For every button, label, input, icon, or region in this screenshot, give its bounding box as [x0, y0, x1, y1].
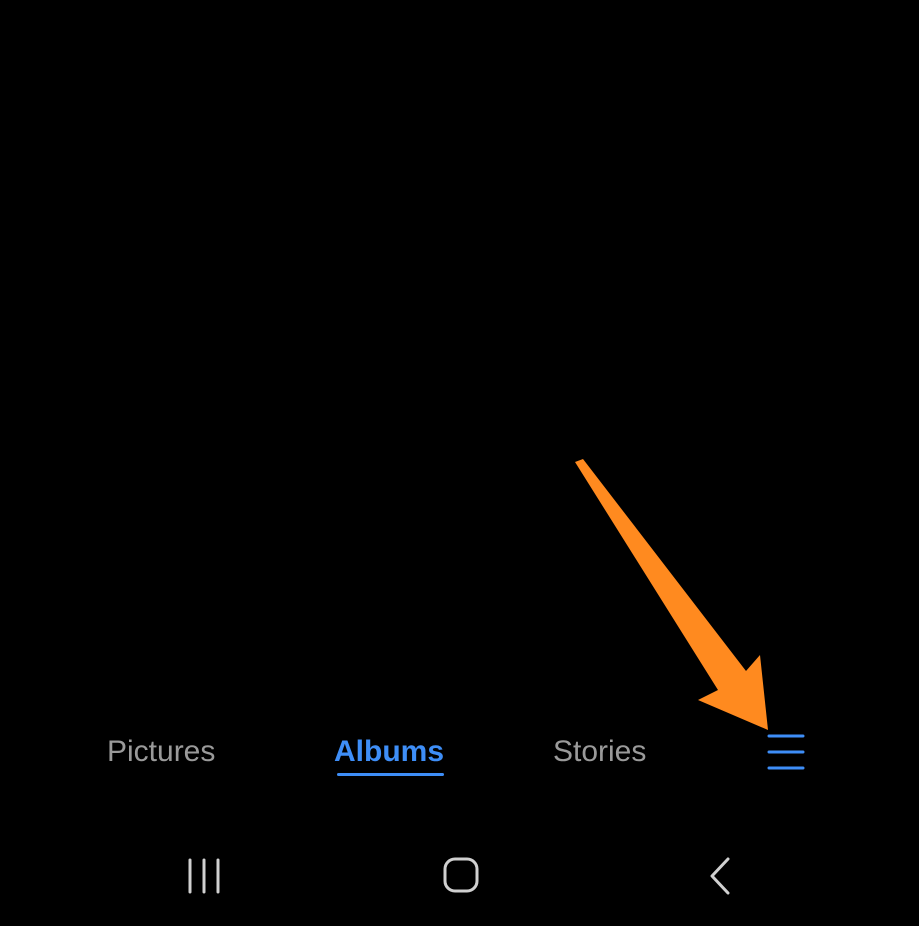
back-button[interactable]	[696, 854, 744, 898]
gallery-screen: Pictures Albums Stories	[0, 0, 919, 926]
system-navigation-bar	[0, 830, 919, 926]
content-area	[0, 0, 919, 700]
recents-icon	[188, 858, 220, 894]
tab-pictures[interactable]: Pictures	[107, 734, 215, 770]
home-button[interactable]	[437, 854, 485, 898]
recents-button[interactable]	[180, 854, 228, 898]
bottom-tab-bar: Pictures Albums Stories	[0, 720, 919, 790]
active-tab-indicator	[337, 773, 444, 776]
back-icon	[710, 857, 730, 895]
tab-albums[interactable]: Albums	[334, 734, 444, 770]
tab-stories[interactable]: Stories	[553, 734, 646, 770]
hamburger-menu-icon	[767, 734, 805, 770]
home-icon	[443, 857, 479, 893]
menu-button[interactable]	[760, 730, 812, 774]
